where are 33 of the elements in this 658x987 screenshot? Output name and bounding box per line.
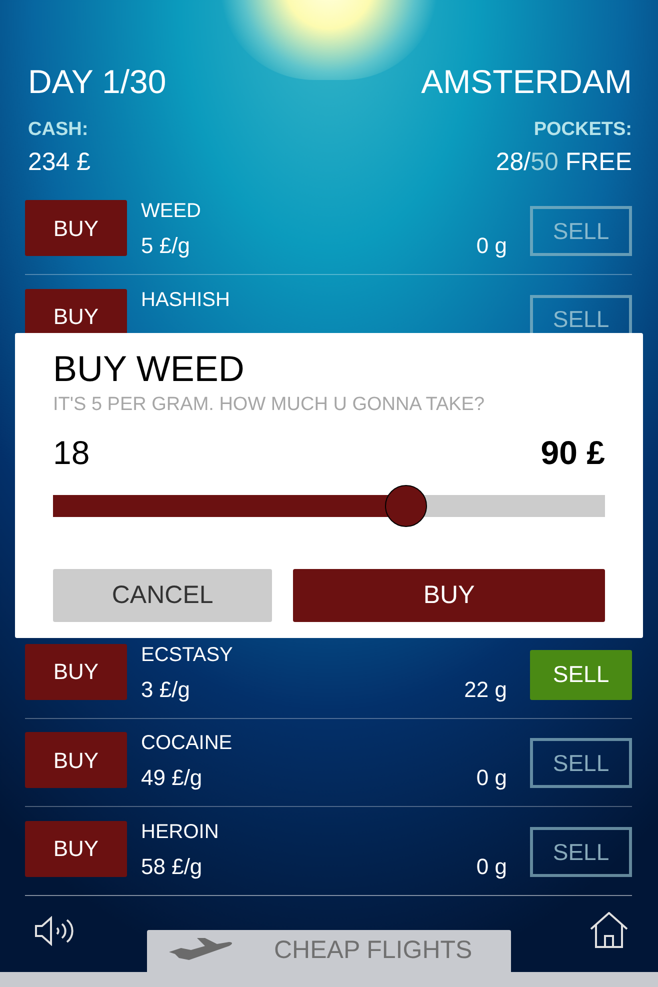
amount-value: 18 — [53, 433, 90, 473]
slider-thumb[interactable] — [385, 485, 428, 527]
owned-quantity: 0 g — [476, 852, 507, 881]
drug-price: 49 £/g — [141, 764, 202, 792]
drug-price: 58 £/g — [141, 852, 202, 881]
slider[interactable] — [53, 485, 605, 527]
owned-quantity: 0 g — [476, 232, 507, 260]
pockets-amount: 28/50 FREE — [496, 147, 632, 178]
cash-amount: 234 £ — [28, 147, 91, 178]
drug-price: 3 £/g — [141, 676, 190, 704]
buy-button[interactable]: BUY — [25, 820, 127, 877]
drug-name: COCAINE — [141, 731, 232, 756]
dialog-title: BUY WEED — [53, 347, 246, 391]
city-name: AMSTERDAM — [421, 62, 632, 102]
buy-button[interactable]: BUY — [25, 732, 127, 788]
buy-button[interactable]: BUY — [25, 644, 127, 700]
home-icon[interactable] — [590, 912, 628, 948]
day-counter: DAY 1/30 — [28, 62, 166, 102]
sell-button[interactable]: SELL — [530, 650, 632, 700]
drug-name: ECSTASY — [141, 642, 233, 668]
drug-price: 5 £/g — [141, 232, 190, 260]
cash-label: CASH: — [28, 118, 88, 142]
buy-button[interactable]: BUY — [25, 200, 127, 256]
buy-confirm-button[interactable]: BUY — [293, 569, 605, 622]
owned-quantity: 0 g — [476, 764, 507, 792]
drug-name: WEED — [141, 199, 201, 224]
total-price: 90 £ — [540, 433, 605, 473]
cancel-button[interactable]: CANCEL — [53, 569, 272, 622]
drug-name: HEROIN — [141, 820, 219, 845]
owned-quantity: 22 g — [464, 676, 507, 704]
pockets-label: POCKETS: — [534, 118, 632, 142]
drug-name: HASHISH — [141, 288, 230, 313]
dialog-message: IT'S 5 PER GRAM. HOW MUCH U GONNA TAKE? — [53, 393, 486, 417]
